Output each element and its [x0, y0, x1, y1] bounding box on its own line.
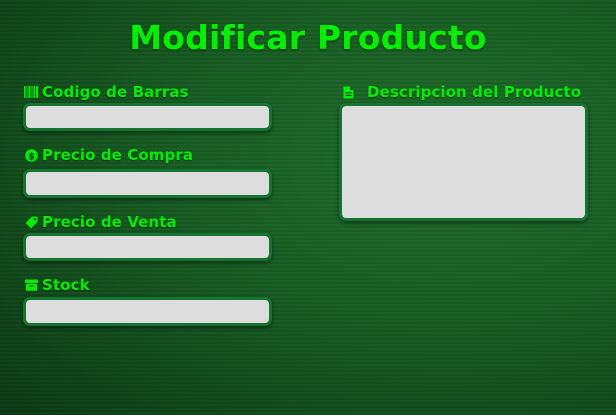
tag-icon	[24, 215, 38, 229]
dollar-icon: $	[24, 148, 38, 162]
codigo-barras-input[interactable]	[23, 103, 272, 131]
descripcion-label: Descripcion del Producto	[341, 83, 581, 101]
stock-label: Stock	[24, 276, 90, 294]
stock-input[interactable]	[23, 297, 272, 326]
svg-text:$: $	[28, 152, 34, 162]
precio-compra-label: $ Precio de Compra	[24, 146, 193, 164]
stock-label-text: Stock	[42, 276, 90, 294]
codigo-barras-label-text: Codigo de Barras	[42, 83, 189, 101]
archive-box-icon	[24, 278, 38, 292]
descripcion-textarea[interactable]	[339, 103, 588, 221]
precio-compra-input[interactable]	[23, 169, 272, 198]
barcode-icon	[24, 85, 38, 99]
precio-compra-label-text: Precio de Compra	[42, 146, 194, 164]
precio-venta-label: Precio de Venta	[24, 213, 177, 231]
precio-venta-label-text: Precio de Venta	[42, 213, 177, 231]
codigo-barras-label: Codigo de Barras	[24, 83, 189, 101]
precio-venta-input[interactable]	[23, 233, 272, 261]
file-icon	[341, 85, 355, 99]
descripcion-label-text: Descripcion del Producto	[367, 83, 582, 101]
page-title: Modificar Producto	[129, 18, 487, 57]
